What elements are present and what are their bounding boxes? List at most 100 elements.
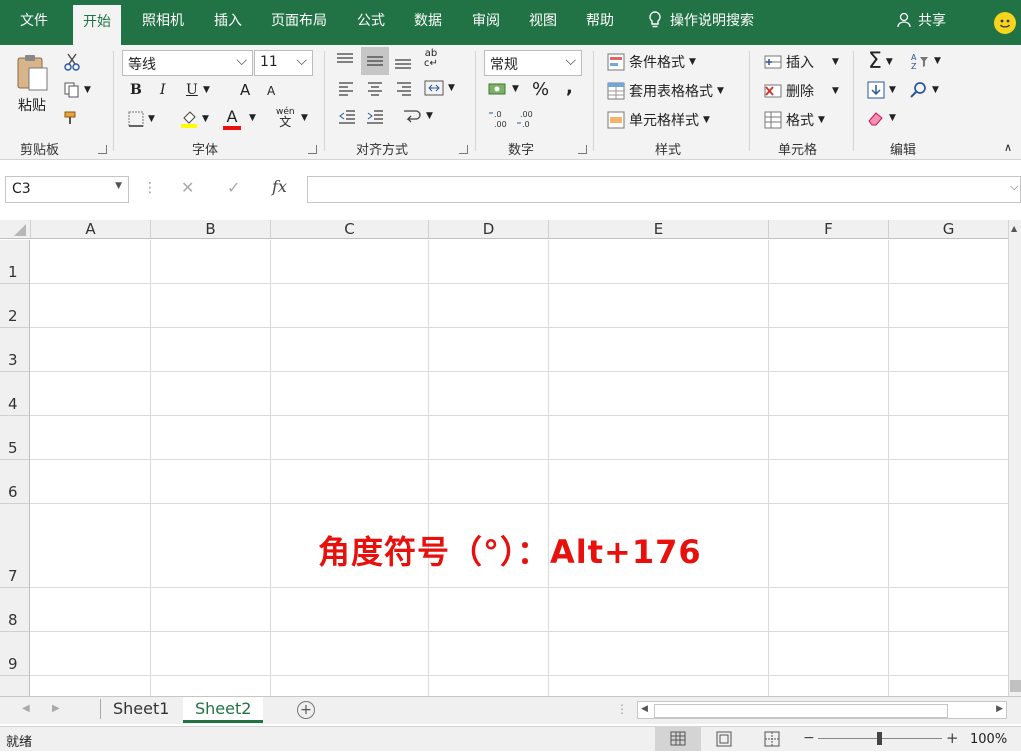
normal-view-button[interactable]: [655, 727, 701, 751]
tab-camera[interactable]: 照相机: [142, 10, 184, 30]
grow-font-button[interactable]: A: [240, 81, 250, 99]
decrease-decimal-button[interactable]: .00.0: [516, 109, 536, 129]
alignment-launcher-icon[interactable]: [459, 145, 468, 154]
increase-decimal-button[interactable]: .0.00: [488, 109, 508, 129]
format-painter-button[interactable]: [64, 110, 82, 126]
column-header-b[interactable]: B: [151, 220, 271, 239]
align-left-button[interactable]: [338, 82, 354, 96]
column-header-a[interactable]: A: [31, 220, 151, 239]
insert-function-button[interactable]: fx: [272, 177, 287, 196]
tab-split-grip-icon[interactable]: ⋮: [616, 702, 628, 716]
row-header-10[interactable]: [0, 676, 30, 696]
tab-insert[interactable]: 插入: [214, 10, 242, 30]
sheet-tab-sheet1[interactable]: Sheet1: [101, 697, 181, 721]
tell-me-search[interactable]: 操作说明搜索: [648, 10, 754, 30]
cut-button[interactable]: [64, 53, 80, 71]
align-right-button[interactable]: [396, 82, 412, 96]
increase-indent-button[interactable]: [366, 110, 384, 124]
sort-filter-button[interactable]: AZ ▼: [910, 52, 941, 70]
font-name-select[interactable]: 等线 ⌵: [122, 50, 253, 76]
scroll-left-icon[interactable]: ◀: [641, 704, 648, 714]
share-button[interactable]: 共享: [896, 10, 946, 30]
align-bottom-button[interactable]: [394, 55, 412, 69]
page-break-view-button[interactable]: [763, 731, 781, 751]
row-header-4[interactable]: 4: [0, 372, 30, 416]
tab-home[interactable]: 开始: [73, 5, 121, 45]
confirm-entry-button[interactable]: ✓: [227, 178, 240, 197]
fill-button[interactable]: ▼: [867, 81, 896, 99]
underline-button[interactable]: U: [186, 82, 198, 98]
tab-file[interactable]: 文件: [20, 10, 48, 30]
collapse-ribbon-button[interactable]: ∧: [1004, 141, 1012, 154]
column-header-e[interactable]: E: [549, 220, 769, 239]
horizontal-scroll-thumb[interactable]: [654, 704, 948, 718]
align-middle-button[interactable]: [361, 47, 389, 75]
percent-button[interactable]: %: [532, 79, 549, 100]
column-header-f[interactable]: F: [769, 220, 889, 239]
font-color-button[interactable]: A: [223, 107, 241, 130]
vertical-scrollbar[interactable]: ▲: [1008, 220, 1021, 696]
row-header-3[interactable]: 3: [0, 328, 30, 372]
column-header-d[interactable]: D: [429, 220, 549, 239]
zoom-level-text[interactable]: 100%: [970, 732, 1007, 747]
font-size-select[interactable]: 11 ⌵: [254, 50, 313, 76]
shrink-font-button[interactable]: A: [267, 84, 275, 98]
row-header-6[interactable]: 6: [0, 460, 30, 504]
tab-page-layout[interactable]: 页面布局: [271, 10, 327, 30]
paste-button[interactable]: 粘贴: [14, 53, 50, 115]
copy-button[interactable]: ▼: [64, 82, 91, 98]
clipboard-launcher-icon[interactable]: [98, 145, 107, 154]
font-launcher-icon[interactable]: [308, 145, 317, 154]
clear-button[interactable]: ▼: [867, 110, 896, 126]
phonetic-dropdown-arrow[interactable]: ▼: [301, 113, 308, 123]
tab-help[interactable]: 帮助: [586, 10, 614, 30]
add-sheet-plus-icon[interactable]: +: [297, 701, 315, 719]
italic-button[interactable]: I: [160, 82, 166, 98]
worksheet-grid[interactable]: A B C D E F G 1 2 3 4 5 6 7 8 9: [0, 220, 1021, 696]
align-center-button[interactable]: [367, 82, 383, 96]
row-header-9[interactable]: 9: [0, 632, 30, 676]
autosum-button[interactable]: Σ ▼: [868, 49, 893, 74]
row-header-1[interactable]: 1: [0, 240, 30, 284]
scroll-sheets-right-icon[interactable]: ▶: [52, 703, 60, 714]
bold-button[interactable]: B: [130, 82, 142, 98]
formula-input[interactable]: [307, 176, 1021, 203]
tab-view[interactable]: 视图: [529, 10, 557, 30]
sheet-tab-sheet2[interactable]: Sheet2: [183, 697, 264, 723]
align-top-button[interactable]: [336, 53, 354, 67]
tab-review[interactable]: 审阅: [472, 10, 500, 30]
merge-center-button[interactable]: ▼: [424, 80, 455, 96]
format-as-table-button[interactable]: 套用表格格式 ▼: [607, 81, 724, 101]
zoom-in-button[interactable]: +: [946, 729, 959, 747]
number-format-select[interactable]: 常规 ⌵: [484, 50, 582, 76]
feedback-smiley-icon[interactable]: [994, 12, 1016, 34]
scroll-up-icon[interactable]: ▲: [1011, 224, 1017, 233]
find-select-button[interactable]: ▼: [910, 81, 939, 99]
delete-cells-button[interactable]: 删除 ▼: [764, 81, 839, 101]
scroll-sheets-left-icon[interactable]: ◀: [22, 703, 30, 714]
tab-formulas[interactable]: 公式: [357, 10, 385, 30]
zoom-slider-thumb[interactable]: [877, 732, 882, 745]
scroll-thumb[interactable]: [1010, 680, 1021, 692]
name-box[interactable]: C3 ▼: [5, 176, 129, 203]
page-layout-view-button[interactable]: [715, 731, 733, 751]
orientation-button[interactable]: ab c↵: [424, 49, 438, 69]
borders-button[interactable]: ▼: [128, 111, 155, 127]
decrease-indent-button[interactable]: [338, 110, 356, 124]
row-header-5[interactable]: 5: [0, 416, 30, 460]
conditional-formatting-button[interactable]: 条件格式 ▼: [607, 52, 696, 72]
cancel-entry-button[interactable]: ✕: [181, 178, 194, 197]
format-cells-button[interactable]: 格式 ▼: [764, 110, 825, 130]
select-all-corner[interactable]: [0, 220, 31, 239]
insert-cells-button[interactable]: 插入 ▼: [764, 52, 839, 72]
row-header-2[interactable]: 2: [0, 284, 30, 328]
expand-formula-icon[interactable]: ⌵: [1010, 180, 1018, 194]
row-header-8[interactable]: 8: [0, 588, 30, 632]
wrap-text-button[interactable]: ▼: [402, 108, 433, 124]
cell-styles-button[interactable]: 单元格样式 ▼: [607, 110, 710, 130]
column-header-g[interactable]: G: [889, 220, 1009, 239]
column-header-c[interactable]: C: [271, 220, 429, 239]
phonetic-button[interactable]: wén 文: [276, 107, 295, 128]
fill-color-button[interactable]: ▼: [180, 109, 209, 129]
number-launcher-icon[interactable]: [578, 145, 587, 154]
